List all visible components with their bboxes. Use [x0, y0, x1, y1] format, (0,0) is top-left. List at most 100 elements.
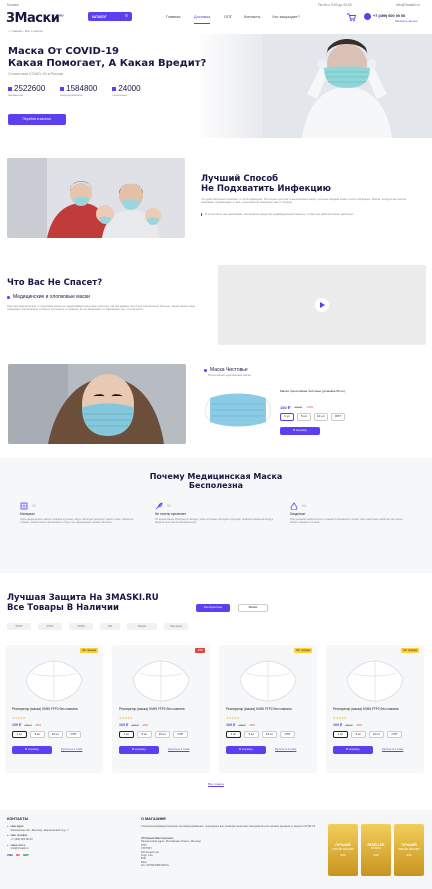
card-title[interactable]: Респиратор (маска) KN95 FFP2 без клапана: [333, 707, 419, 711]
qty-option[interactable]: ОПТ: [331, 413, 345, 421]
product-card[interactable]: -15% Респиратор (маска) KN95 FFP2 без кл…: [112, 645, 210, 773]
doctor-image: [262, 34, 432, 138]
video-player[interactable]: [218, 265, 426, 345]
product-card[interactable]: Хит продаж Респиратор (маска) KN95 FFP2 …: [326, 645, 424, 773]
card-price-row: 169 ₽199 ₽ -15%: [333, 722, 363, 728]
qty-option[interactable]: ОПТ: [66, 731, 81, 738]
buy-one-click-link[interactable]: Купить в 1 клик: [168, 747, 189, 752]
add-to-cart-button[interactable]: В корзину: [119, 746, 159, 754]
nav-delivery[interactable]: Доставка: [194, 15, 211, 24]
qty-option[interactable]: ОПТ: [173, 731, 188, 738]
card-qty-options: 1 шт 5 шт 10 шт ОПТ: [333, 731, 402, 738]
card-price: 169 ₽: [333, 723, 343, 727]
filter-chip[interactable]: Перчатки: [164, 623, 188, 630]
hero-title: Маска От COVID-19 Какая Помогает, А Кака…: [8, 46, 207, 69]
filter-chips: FFP2 FFP3 KN95 3M Маски Перчатки: [7, 623, 188, 630]
product-old-price: 200 ₽: [294, 404, 303, 409]
filter-chip[interactable]: 3M: [100, 623, 120, 630]
catalog-button[interactable]: КАТАЛОГ ≡: [88, 12, 132, 21]
qty-option[interactable]: 10 шт: [314, 413, 328, 421]
payment-icons: VISA MC МИР: [7, 853, 29, 857]
add-to-cart-button[interactable]: В корзину: [226, 746, 266, 754]
city-label[interactable]: Москва: [7, 3, 19, 7]
rating-stars: ★★★★★: [333, 716, 347, 720]
tab-masks[interactable]: Маски: [238, 604, 268, 612]
drop-icon: [290, 502, 298, 510]
qty-option[interactable]: 1 шт: [333, 731, 348, 738]
nav-home[interactable]: Главная: [166, 15, 180, 20]
why-item-3: 03 Конденсат При дыхании маска быстро ст…: [290, 502, 403, 525]
product-name[interactable]: Маска трехслойная Чистовье (упаковка 50 …: [280, 389, 360, 394]
add-to-cart-button[interactable]: В корзину: [12, 746, 52, 754]
all-products-link[interactable]: Все товары: [0, 782, 432, 787]
filter-chip[interactable]: KN95: [69, 623, 93, 630]
buy-one-click-link[interactable]: Купить в 1 клик: [61, 747, 82, 752]
mail-icon: ●: [7, 843, 9, 847]
qty-option[interactable]: ОПТ: [387, 731, 402, 738]
qty-option[interactable]: 1 уп: [280, 413, 294, 421]
logo[interactable]: 3МаскиRU: [6, 11, 64, 27]
award-badge: ЛУЧШИЙ ОНЛАЙН МАГАЗИН 2020: [394, 824, 424, 876]
card-discount: -15%: [248, 722, 256, 727]
add-to-cart-button[interactable]: В корзину: [333, 746, 373, 754]
qty-option[interactable]: 10 шт: [48, 731, 63, 738]
breadcrumb-home[interactable]: Главная: [11, 29, 22, 33]
nav-opt[interactable]: ОПТ: [224, 15, 232, 20]
card-title[interactable]: Респиратор (маска) KN95 FFP2 без клапана: [12, 707, 98, 711]
qty-option[interactable]: 10 шт: [369, 731, 384, 738]
family-text-2: В этой статье мы расскажем, как выбрать …: [201, 212, 411, 217]
location-icon: ●: [7, 825, 9, 828]
rating-stars: ★★★★★: [119, 716, 133, 720]
qty-option[interactable]: 5 шт: [351, 731, 366, 738]
cart-icon[interactable]: [346, 13, 356, 22]
qty-option[interactable]: 10 шт: [262, 731, 277, 738]
stat-deaths: 24000 летальных: [112, 84, 141, 97]
product-card[interactable]: Хит продаж Респиратор (маска) KN95 FFP2 …: [219, 645, 317, 773]
card-price: 169 ₽: [12, 723, 22, 727]
qty-option[interactable]: 1 шт: [12, 731, 27, 738]
card-title[interactable]: Респиратор (маска) KN95 FFP2 без клапана: [119, 707, 205, 711]
card-discount: -15%: [355, 722, 363, 727]
card-price: 169 ₽: [119, 723, 129, 727]
family-title: Лучший Способ Не Подхватить Инфекцию: [201, 174, 331, 194]
nav-contacts[interactable]: Контакты: [244, 15, 260, 20]
product-price: 180 ₽: [280, 405, 291, 410]
awards: ЛУЧШИЙ ОНЛАЙН МАГАЗИН 2020 RESELLER RUSSIA 2…: [328, 824, 424, 876]
product-cart-button[interactable]: В корзину: [280, 427, 320, 435]
filter-chip[interactable]: FFP3: [38, 623, 62, 630]
card-badge: -15%: [194, 648, 205, 654]
stat-recovered: 1584800 выздоровевших: [60, 84, 98, 97]
nav-protect[interactable]: Что защищает?: [272, 15, 300, 20]
about-title: О МАГАЗИНЕ: [141, 817, 166, 821]
play-icon[interactable]: [315, 298, 329, 312]
card-price-row: 169 ₽199 ₽ -15%: [119, 722, 149, 728]
email-link[interactable]: info@3maski.ru: [396, 3, 420, 7]
filter-chip[interactable]: FFP2: [7, 623, 31, 630]
buy-one-click-link[interactable]: Купить в 1 клик: [382, 747, 403, 752]
feather-icon: [155, 502, 163, 510]
qty-option[interactable]: 5 шт: [297, 413, 311, 421]
hero-catalog-button[interactable]: Перейти в каталог: [8, 114, 66, 125]
card-old-price: 199 ₽: [345, 722, 353, 727]
qty-option[interactable]: 5 шт: [137, 731, 152, 738]
qty-option[interactable]: 1 шт: [226, 731, 241, 738]
card-title[interactable]: Респиратор (маска) KN95 FFP2 без клапана: [226, 707, 312, 711]
card-old-price: 199 ₽: [24, 722, 32, 727]
product-card[interactable]: Хит продаж Респиратор (маска) KN95 FFP2 …: [5, 645, 103, 773]
card-badge: Хит продаж: [293, 648, 312, 654]
callback-link[interactable]: Заказать звонок: [395, 19, 417, 24]
respirator-image: [25, 660, 83, 702]
buy-one-click-link[interactable]: Купить в 1 клик: [275, 747, 296, 752]
qty-option[interactable]: 10 шт: [155, 731, 170, 738]
filter-chip[interactable]: Маски: [127, 623, 157, 630]
tab-respirators[interactable]: Респираторы: [196, 604, 230, 612]
card-discount: -15%: [141, 722, 149, 727]
family-text-1: Что действительно помогает от этой инфек…: [201, 197, 407, 205]
qty-option[interactable]: 5 шт: [244, 731, 259, 738]
footer-phone[interactable]: +7 (499) 600 00 00: [11, 838, 33, 842]
qty-option[interactable]: 5 шт: [30, 731, 45, 738]
footer-email[interactable]: info@3maski.ru: [11, 847, 29, 851]
card-discount: -15%: [34, 722, 42, 727]
qty-option[interactable]: 1 шт: [119, 731, 134, 738]
qty-option[interactable]: ОПТ: [280, 731, 295, 738]
